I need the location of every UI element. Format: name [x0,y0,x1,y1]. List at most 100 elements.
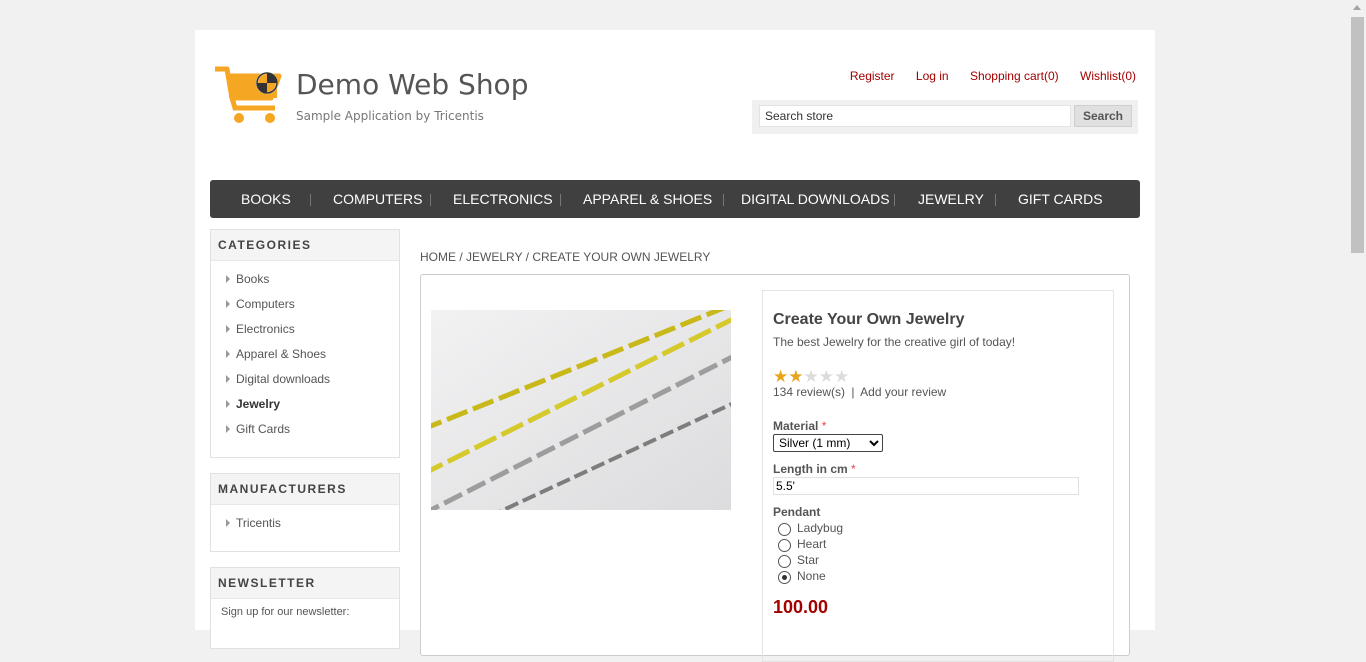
manufacturers-title: MANUFACTURERS [211,474,399,505]
radio-label: Ladybug [797,520,844,535]
categories-block: CATEGORIES Books Computers Electronics A… [210,229,400,458]
triangle-right-icon [226,519,230,527]
shopping-cart-icon [215,66,282,123]
menu-item-gift-cards[interactable]: GIFT CARDS [1018,180,1103,218]
star-filled-icon: ★ [773,367,789,386]
length-label-text: Length in cm [773,462,848,476]
pendant-option-ladybug[interactable]: Ladybug [778,519,844,537]
pendant-label: Pendant [773,505,821,519]
menu-item-digital-downloads[interactable]: DIGITAL DOWNLOADS [741,180,890,218]
material-label-text: Material [773,419,819,433]
jewelry-chains-image [431,310,731,510]
login-link[interactable]: Log in [916,69,949,83]
triangle-right-icon [226,400,230,408]
add-review-link[interactable]: Add your review [860,385,946,399]
review-separator: | [851,385,855,399]
breadcrumb-separator: / [525,250,529,264]
menu-item-electronics[interactable]: ELECTRONICS [453,180,553,218]
scroll-up-arrow-icon[interactable] [1353,5,1361,10]
menu-item-books[interactable]: BOOKS [241,180,291,218]
newsletter-block: NEWSLETTER Sign up for our newsletter: [210,567,400,649]
star-filled-icon: ★ [788,367,804,386]
category-item-gift-cards[interactable]: Gift Cards [211,419,399,444]
menu-divider [430,194,431,206]
category-item-digital-downloads[interactable]: Digital downloads [211,369,399,394]
register-link[interactable]: Register [850,69,895,83]
pendant-option-heart[interactable]: Heart [778,535,827,553]
category-label: Electronics [236,322,295,336]
star-empty-icon: ★ [803,367,819,386]
category-label: Digital downloads [236,372,331,386]
triangle-right-icon [226,325,230,333]
breadcrumb-jewelry[interactable]: JEWELRY [466,250,522,264]
site-title: Demo Web Shop [296,68,529,101]
material-label: Material * [773,419,826,433]
product-details: Create Your Own Jewelry The best Jewelry… [420,274,1130,662]
manufacturer-label: Tricentis [236,516,281,530]
required-mark: * [851,462,856,476]
star-empty-icon: ★ [834,367,850,386]
category-label: Books [236,272,270,286]
category-label: Computers [236,297,295,311]
menu-item-computers[interactable]: COMPUTERS [333,180,422,218]
header-links: Register Log in Shopping cart(0) Wishlis… [832,69,1136,83]
length-input[interactable] [773,477,1079,495]
newsletter-title: NEWSLETTER [211,568,399,599]
search-box: Search [752,100,1138,134]
triangle-right-icon [226,300,230,308]
category-item-electronics[interactable]: Electronics [211,319,399,344]
pendant-option-none[interactable]: None [778,567,826,585]
site-subtitle: Sample Application by Tricentis [296,109,484,123]
search-button[interactable]: Search [1074,105,1132,127]
category-item-books[interactable]: Books [211,269,399,294]
product-rating: ★★★★★ [773,367,850,386]
menu-divider [723,194,724,206]
category-label: Apparel & Shoes [236,347,327,361]
product-overview: Create Your Own Jewelry The best Jewelry… [762,290,1114,662]
reviews-link[interactable]: 134 review(s) [773,385,845,399]
top-menu: BOOKS COMPUTERS ELECTRONICS APPAREL & SH… [210,180,1140,218]
breadcrumb-separator: / [459,250,463,264]
menu-divider [560,194,561,206]
manufacturer-item-tricentis[interactable]: Tricentis [211,513,399,538]
categories-title: CATEGORIES [211,230,399,261]
product-short-description: The best Jewelry for the creative girl o… [773,335,1016,349]
menu-item-jewelry[interactable]: JEWELRY [918,180,984,218]
category-label: Gift Cards [236,422,291,436]
newsletter-text: Sign up for our newsletter: [221,606,350,618]
radio-button-selected[interactable] [778,571,791,585]
radio-label: None [797,568,826,583]
triangle-right-icon [226,350,230,358]
material-select[interactable]: Silver (1 mm) [773,434,883,452]
scrollbar-thumb[interactable] [1351,17,1364,253]
breadcrumb-home[interactable]: HOME [420,250,456,264]
radio-label: Star [797,552,820,567]
breadcrumb: HOME / JEWELRY / CREATE YOUR OWN JEWELRY [420,250,710,264]
site-logo[interactable]: Demo Web Shop Sample Application by Tric… [215,66,529,126]
length-label: Length in cm * [773,462,856,476]
search-input[interactable] [759,105,1071,127]
vertical-scrollbar[interactable] [1349,0,1366,614]
category-item-apparel-shoes[interactable]: Apparel & Shoes [211,344,399,369]
menu-divider [310,194,311,206]
pendant-option-star[interactable]: Star [778,551,820,569]
shopping-cart-link[interactable]: Shopping cart(0) [970,69,1059,83]
triangle-right-icon [226,425,230,433]
wishlist-link[interactable]: Wishlist(0) [1080,69,1136,83]
product-price: 100.00 [773,597,829,617]
menu-item-apparel-shoes[interactable]: APPAREL & SHOES [583,180,712,218]
menu-divider [894,194,895,206]
required-mark: * [821,419,827,433]
triangle-right-icon [226,275,230,283]
category-label: Jewelry [236,397,281,411]
menu-divider [995,194,996,206]
product-image[interactable] [431,310,731,510]
category-item-computers[interactable]: Computers [211,294,399,319]
triangle-right-icon [226,375,230,383]
breadcrumb-current: CREATE YOUR OWN JEWELRY [532,250,711,264]
category-item-jewelry[interactable]: Jewelry [211,394,399,419]
product-review-overview: 134 review(s) | Add your review [773,385,946,399]
page-container: Demo Web Shop Sample Application by Tric… [195,30,1155,662]
radio-label: Heart [797,536,827,551]
manufacturers-block: MANUFACTURERS Tricentis [210,473,400,552]
